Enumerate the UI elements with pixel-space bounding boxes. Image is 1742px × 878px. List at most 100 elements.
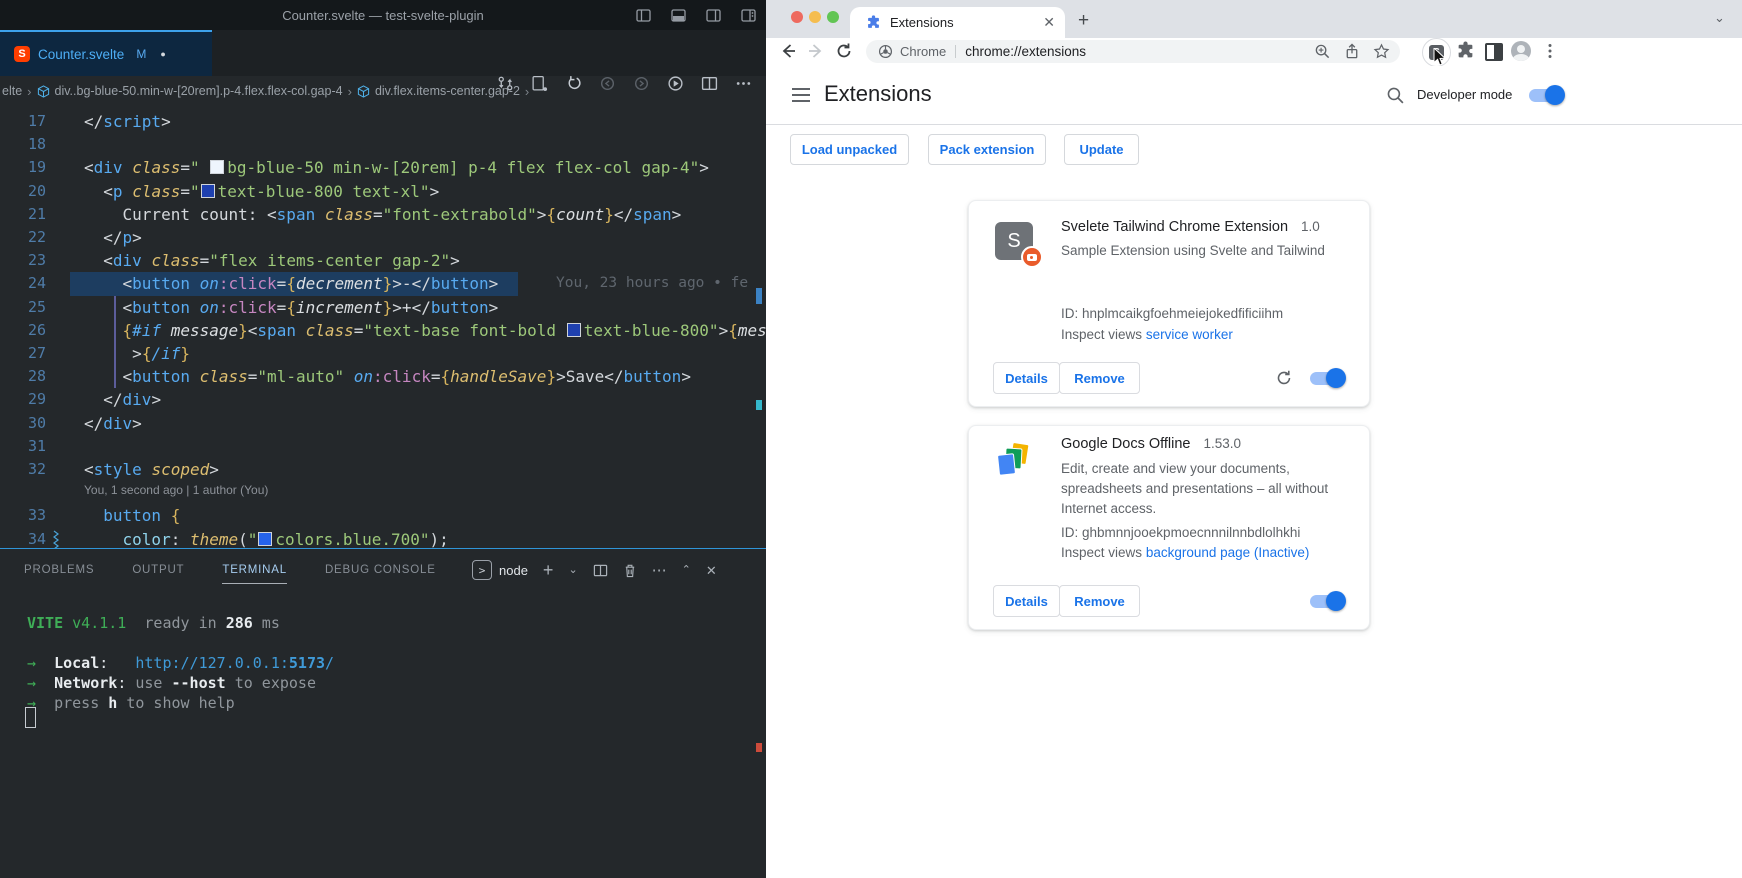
terminal-line: → Local: http://127.0.0.1:5173/ [27, 654, 334, 672]
details-button[interactable]: Details [993, 585, 1060, 617]
tab-counter-svelte[interactable]: S Counter.svelte M ● [0, 30, 212, 76]
code-line-21: 21 Current count: <span class="font-extr… [0, 203, 766, 226]
update-button[interactable]: Update [1064, 134, 1139, 165]
code-line-29: 29 </div> [0, 388, 766, 411]
code-text: <div class=" bg-blue-50 min-w-[20rem] p-… [84, 156, 709, 179]
profile-avatar[interactable] [1511, 41, 1531, 61]
share-icon[interactable] [1344, 43, 1360, 60]
url-text[interactable]: chrome://extensions [965, 44, 1314, 59]
tab-overflow-chevron-icon[interactable]: ⌄ [1714, 10, 1725, 26]
code-line-25: 25 <button on:click={increment}>+</butto… [0, 296, 766, 319]
line-number: 24 [0, 272, 46, 295]
remove-button[interactable]: Remove [1059, 585, 1140, 617]
back-button[interactable] [778, 41, 798, 61]
code-text: Current count: <span class="font-extrabo… [84, 203, 681, 226]
extension-enabled-toggle[interactable] [1310, 368, 1344, 388]
toggle-sidebar-icon[interactable] [636, 8, 651, 23]
inspect-views-label: Inspect views [1061, 327, 1142, 342]
scrollbar-decoration [756, 400, 762, 410]
details-button[interactable]: Details [993, 362, 1060, 394]
code-line-19: 19 <div class=" bg-blue-50 min-w-[20rem] … [0, 156, 766, 179]
developer-mode-toggle[interactable] [1529, 85, 1563, 105]
vscode-window-title: Counter.svelte — test-svelte-plugin [282, 8, 484, 23]
pack-extension-button[interactable]: Pack extension [928, 134, 1046, 165]
unpacked-badge-icon [1021, 246, 1043, 268]
svelte-icon: S [14, 46, 30, 62]
dirty-dot-icon[interactable]: ● [160, 49, 165, 59]
code-line-32: 32<style scoped> [0, 458, 766, 481]
bookmark-star-icon[interactable] [1373, 43, 1390, 60]
address-bar[interactable]: Chrome chrome://extensions [866, 40, 1400, 63]
service-worker-link[interactable]: service worker [1146, 327, 1233, 342]
kebab-menu-icon[interactable] [1541, 42, 1559, 60]
new-terminal-icon[interactable]: + [543, 563, 554, 578]
color-swatch-icon [201, 184, 215, 198]
breadcrumb-item[interactable]: elte [2, 84, 22, 98]
line-number: 17 [0, 110, 46, 133]
browser-tab-extensions[interactable]: Extensions ✕ [850, 7, 1065, 38]
customize-layout-icon[interactable] [741, 8, 756, 23]
side-panel-icon[interactable] [1485, 43, 1503, 61]
mouse-cursor [1433, 48, 1449, 66]
trash-icon[interactable] [623, 563, 637, 578]
site-label: Chrome [900, 44, 946, 59]
chevron-down-icon[interactable]: ⌄ [568, 563, 577, 578]
vscode-titlebar[interactable]: Counter.svelte — test-svelte-plugin [0, 0, 766, 30]
codelens-annotation[interactable]: You, 1 second ago | 1 author (You) [84, 483, 268, 497]
breadcrumb-item[interactable]: div..bg-blue-50.min-w-[20rem].p-4.flex.f… [55, 84, 343, 98]
more-actions-icon[interactable]: ⋯ [652, 563, 667, 578]
forward-button[interactable] [806, 41, 826, 61]
code-line-30: 30</div> [0, 412, 766, 435]
line-number: 23 [0, 249, 46, 272]
maximize-panel-icon[interactable]: ⌃ [682, 563, 691, 578]
terminal-line: VITE v4.1.1 ready in 286 ms [27, 614, 280, 632]
code-line-24: 24 <button on:click={decrement}>-</butto… [0, 272, 766, 295]
code-text: </p> [84, 226, 142, 249]
close-panel-icon[interactable]: ✕ [706, 563, 717, 578]
terminal-instance-node[interactable]: > node [472, 560, 528, 580]
reload-button[interactable] [834, 41, 854, 61]
scrollbar-decoration [756, 288, 762, 304]
close-tab-icon[interactable]: ✕ [1043, 14, 1055, 31]
chevron-right-icon: › [348, 84, 352, 99]
new-tab-button[interactable]: + [1078, 10, 1089, 32]
search-icon[interactable] [1386, 86, 1405, 105]
split-terminal-icon[interactable] [593, 563, 608, 578]
modified-badge: M [136, 47, 146, 61]
hamburger-menu-icon[interactable] [792, 88, 810, 102]
extension-enabled-toggle[interactable] [1310, 591, 1344, 611]
load-unpacked-button[interactable]: Load unpacked [790, 134, 909, 165]
code-editor[interactable]: You, 1 second ago | 1 author (You) 17</s… [0, 106, 766, 547]
reload-extension-icon[interactable] [1275, 369, 1293, 387]
code-line-28: 28 <button class="ml-auto" on:click={han… [0, 365, 766, 388]
tab-debug-console[interactable]: DEBUG CONSOLE [325, 557, 436, 584]
extensions-puzzle-icon[interactable] [1456, 41, 1475, 60]
line-number: 21 [0, 203, 46, 226]
remove-button[interactable]: Remove [1059, 362, 1140, 394]
line-number: 30 [0, 412, 46, 435]
code-line-17: 17</script> [0, 110, 766, 133]
tab-output[interactable]: OUTPUT [132, 557, 184, 584]
code-text: <div class="flex items-center gap-2"> [84, 249, 460, 272]
tab-problems[interactable]: PROBLEMS [24, 557, 94, 584]
inspect-views-label: Inspect views [1061, 545, 1142, 560]
color-swatch-icon [567, 323, 581, 337]
code-line-27: 27 >{/if} [0, 342, 766, 365]
symbol-cube-icon [37, 85, 50, 98]
line-number: 18 [0, 133, 46, 156]
toggle-secondary-sidebar-icon[interactable] [706, 8, 721, 23]
toggle-panel-icon[interactable] [671, 8, 686, 23]
zoom-icon[interactable] [1314, 43, 1331, 60]
minimize-window-button[interactable] [809, 11, 821, 23]
line-number: 19 [0, 156, 46, 179]
tab-terminal[interactable]: TERMINAL [222, 557, 287, 584]
breadcrumb-item[interactable]: div.flex.items-center.gap-2 [375, 84, 520, 98]
zoom-window-button[interactable] [827, 11, 839, 23]
panel-terminal: PROBLEMS OUTPUT TERMINAL DEBUG CONSOLE >… [0, 548, 766, 878]
site-info-icon[interactable] [878, 44, 893, 59]
close-window-button[interactable] [791, 11, 803, 23]
breadcrumb[interactable]: elte › div..bg-blue-50.min-w-[20rem].p-4… [0, 76, 766, 106]
code-line-22: 22 </p> [0, 226, 766, 249]
extensions-page-header: Extensions Developer mode [766, 66, 1742, 125]
background-page-link[interactable]: background page (Inactive) [1146, 545, 1310, 560]
